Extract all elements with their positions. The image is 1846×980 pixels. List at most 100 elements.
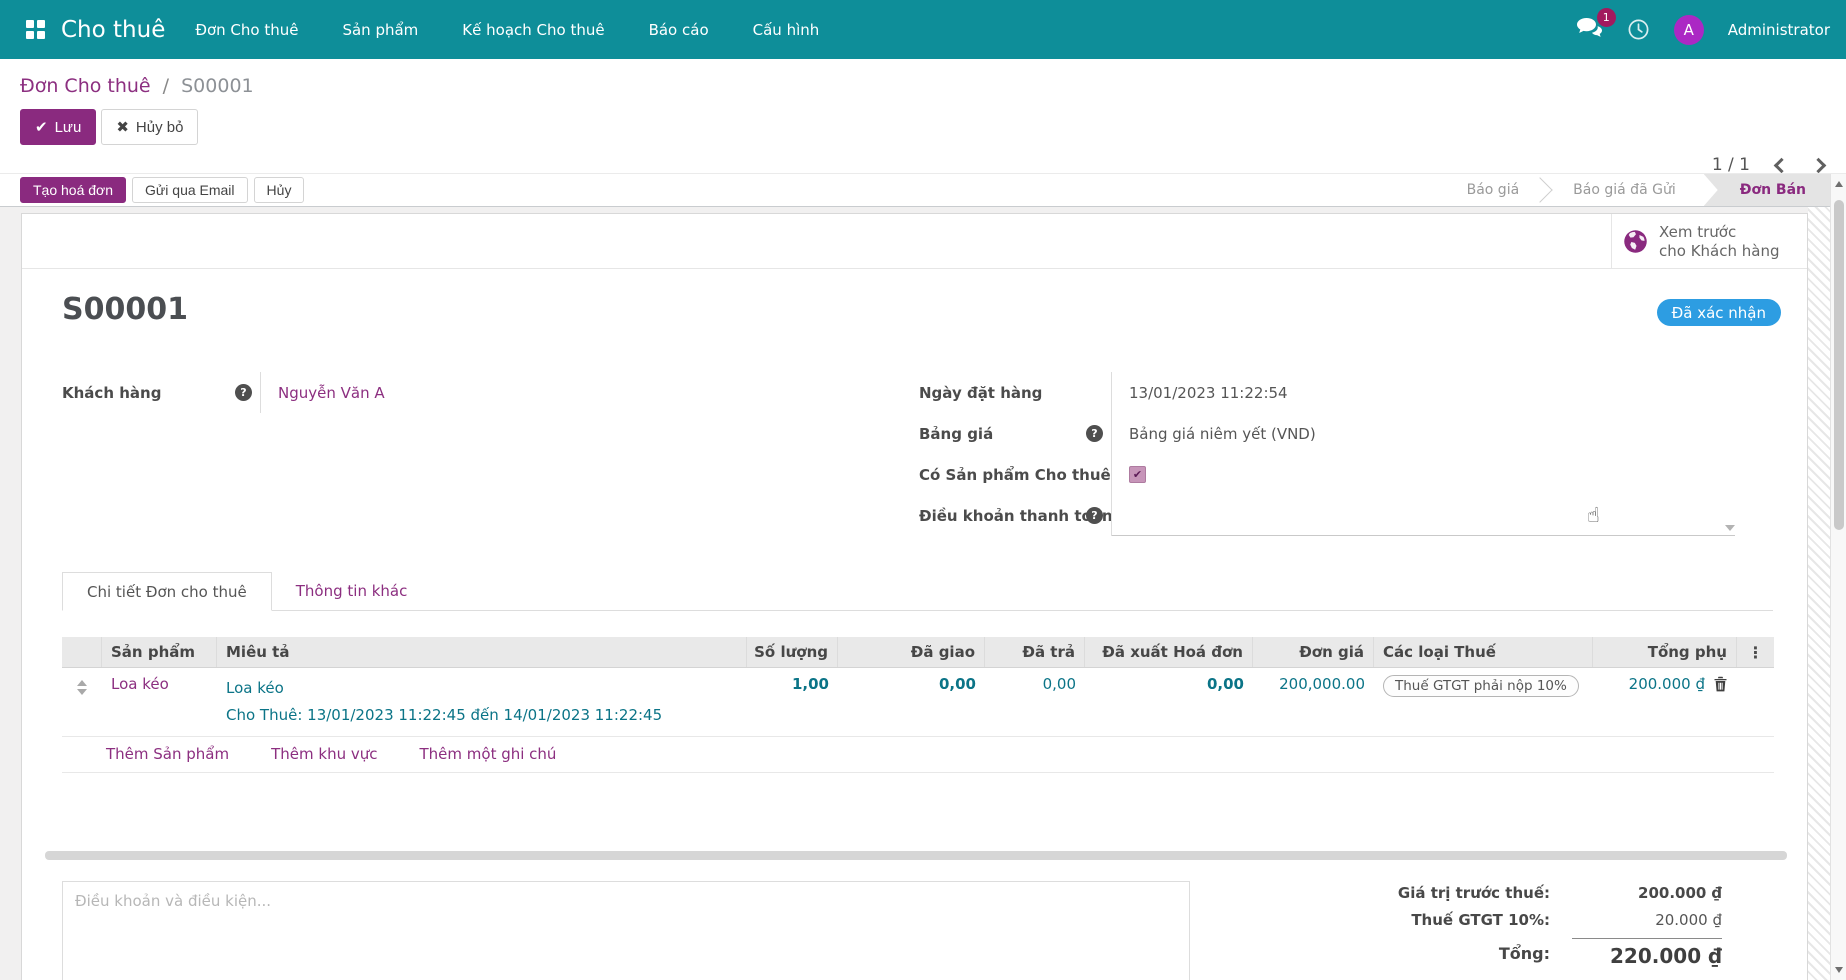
pricelist-label: Bảng giá ? (919, 413, 1112, 454)
cancel-button[interactable]: Hủy (254, 177, 305, 203)
menu-item-san-pham[interactable]: Sản phẩm (342, 21, 418, 39)
send-email-button[interactable]: Gửi qua Email (132, 177, 248, 203)
customer-value[interactable]: Nguyễn Văn A (261, 384, 742, 402)
breadcrumb-current: S00001 (181, 75, 254, 97)
product-cell[interactable]: Loa kéo (102, 668, 217, 736)
customer-label: Khách hàng ? (62, 372, 261, 413)
order-date-label: Ngày đặt hàng (919, 372, 1112, 413)
row-end-cell (1737, 668, 1774, 736)
header-da-xuat-hoa-don: Đã xuất Hoá đơn (1085, 637, 1253, 667)
payment-terms-label: Điều khoản thanh toán ? (919, 495, 1112, 536)
header-so-luong: Số lượng (747, 637, 838, 667)
header-handle-column (62, 637, 102, 667)
save-button[interactable]: ✔ Lưu (20, 109, 96, 145)
field-order-date: Ngày đặt hàng 13/01/2023 11:22:54 (919, 372, 1735, 413)
table-row: Loa kéo Loa kéo Cho Thuê: 13/01/2023 11:… (62, 668, 1774, 737)
add-product-link[interactable]: Thêm Sản phẩm (106, 745, 229, 763)
striped-margin (1808, 207, 1830, 980)
add-note-link[interactable]: Thêm một ghi chú (420, 745, 557, 763)
tab-chi-tiet-don-cho-thue[interactable]: Chi tiết Đơn cho thuê (62, 572, 272, 611)
user-avatar[interactable]: A (1674, 15, 1704, 45)
tab-thong-tin-khac[interactable]: Thông tin khác (272, 572, 432, 610)
menu-item-ke-hoach[interactable]: Kế hoạch Cho thuê (462, 21, 604, 39)
cross-icon: ✖ (116, 118, 129, 136)
description-line2: Cho Thuê: 13/01/2023 11:22:45 đến 14/01/… (226, 702, 662, 729)
header-mieu-ta: Miêu tả (217, 637, 747, 667)
status-step-bao-gia-da-gui[interactable]: Báo giá đã Gửi (1545, 174, 1704, 206)
pricelist-value[interactable]: Bảng giá niêm yết (VND) (1112, 425, 1735, 443)
vertical-scrollbar[interactable] (1830, 174, 1846, 980)
terms-textarea[interactable] (62, 881, 1190, 980)
field-pricelist: Bảng giá ? Bảng giá niêm yết (VND) (919, 413, 1735, 454)
row-drag-cell (62, 668, 102, 736)
description-line1: Loa kéo (226, 675, 662, 702)
mouse-cursor-pointer-icon: ☝ (1587, 503, 1600, 527)
help-icon: ? (1086, 507, 1103, 524)
drag-handle-icon[interactable] (77, 680, 87, 695)
create-invoice-button[interactable]: Tạo hoá đơn (20, 177, 126, 203)
delivered-cell[interactable]: 0,00 (838, 668, 985, 736)
grand-total-label: Tổng: (1398, 944, 1572, 963)
sheet-top-strip: Xem trước cho Khách hàng (22, 214, 1807, 269)
notebook-tabs: Chi tiết Đơn cho thuê Thông tin khác (62, 572, 1773, 611)
horizontal-scrollbar[interactable] (45, 851, 1787, 860)
form-view-area: Xem trước cho Khách hàng S00001 Đã xác n… (0, 207, 1846, 980)
messages-button[interactable]: 1 (1576, 17, 1603, 43)
field-customer: Khách hàng ? Nguyễn Văn A (62, 372, 742, 413)
status-step-don-ban[interactable]: Đơn Bán (1704, 174, 1846, 206)
scroll-up-icon[interactable] (1835, 181, 1843, 187)
discard-button[interactable]: ✖ Hủy bỏ (101, 109, 198, 145)
returned-cell[interactable]: 0,00 (985, 668, 1085, 736)
navbar-right: 1 A Administrator (1576, 15, 1830, 45)
user-name[interactable]: Administrator (1728, 21, 1830, 39)
pager-previous-button[interactable] (1774, 157, 1790, 173)
statusbar-buttons: Tạo hoá đơn Gửi qua Email Hủy (0, 177, 304, 203)
scrollbar-thumb[interactable] (1834, 200, 1844, 530)
field-group-right: Ngày đặt hàng 13/01/2023 11:22:54 Bảng g… (919, 372, 1735, 536)
globe-icon (1622, 228, 1649, 255)
table-footer-links: Thêm Sản phẩm Thêm khu vực Thêm một ghi … (62, 737, 1774, 773)
app-brand[interactable]: Cho thuê (61, 17, 165, 43)
order-date-value[interactable]: 13/01/2023 11:22:54 (1112, 384, 1735, 402)
activity-clock-icon[interactable] (1627, 18, 1650, 41)
pager-value: 1 / 1 (1712, 155, 1750, 175)
header-cac-loai-thue: Các loại Thuế (1374, 637, 1593, 667)
tax-tag[interactable]: Thuế GTGT phải nộp 10% (1383, 675, 1579, 697)
subtotal-cell[interactable]: 200.000 ₫ (1593, 668, 1737, 736)
dropdown-caret-icon[interactable] (1725, 525, 1735, 531)
save-button-label: Lưu (55, 119, 82, 136)
header-da-tra: Đã trả (985, 637, 1085, 667)
untaxed-total-value: 200.000 ₫ (1572, 884, 1722, 902)
untaxed-total-label: Giá trị trước thuế: (1398, 884, 1572, 902)
header-don-gia: Đơn giá (1253, 637, 1374, 667)
rental-products-label: Có Sản phẩm Cho thuê (919, 454, 1112, 495)
check-icon: ✔ (35, 118, 48, 136)
optional-columns-button[interactable]: ⋮ (1737, 637, 1774, 667)
rental-products-value: ✔ (1112, 466, 1735, 483)
tax-total-label: Thuế GTGT 10%: (1398, 911, 1572, 929)
subtotal-value: 200.000 ₫ (1629, 675, 1705, 693)
kebab-icon: ⋮ (1748, 643, 1764, 662)
totals-block: Giá trị trước thuế: 200.000 ₫ Thuế GTGT … (1398, 884, 1722, 968)
customer-preview-link[interactable]: Xem trước cho Khách hàng (1611, 214, 1807, 269)
form-sheet: Xem trước cho Khách hàng S00001 Đã xác n… (21, 213, 1808, 980)
pager-next-button[interactable] (1811, 157, 1827, 173)
description-cell[interactable]: Loa kéo Cho Thuê: 13/01/2023 11:22:45 đế… (217, 668, 747, 736)
apps-grid-icon[interactable] (26, 20, 45, 39)
qty-cell[interactable]: 1,00 (747, 668, 838, 736)
trash-icon[interactable] (1713, 676, 1728, 692)
unit-price-cell[interactable]: 200,000.00 (1253, 668, 1374, 736)
menu-item-bao-cao[interactable]: Báo cáo (649, 21, 709, 39)
payment-terms-input[interactable] (1112, 495, 1735, 536)
breadcrumb-parent[interactable]: Đơn Cho thuê (20, 75, 151, 97)
taxes-cell[interactable]: Thuế GTGT phải nộp 10% (1374, 668, 1593, 736)
add-section-link[interactable]: Thêm khu vực (271, 745, 377, 763)
rental-products-checkbox[interactable]: ✔ (1129, 466, 1146, 483)
menu-item-don-cho-thue[interactable]: Đơn Cho thuê (195, 21, 298, 39)
invoiced-cell[interactable]: 0,00 (1085, 668, 1253, 736)
help-icon: ? (1086, 425, 1103, 442)
breadcrumb-separator: / (163, 75, 169, 97)
menu-item-cau-hinh[interactable]: Cấu hình (753, 21, 820, 39)
scroll-down-icon[interactable] (1835, 967, 1843, 973)
breadcrumb: Đơn Cho thuê / S00001 (0, 59, 1846, 97)
